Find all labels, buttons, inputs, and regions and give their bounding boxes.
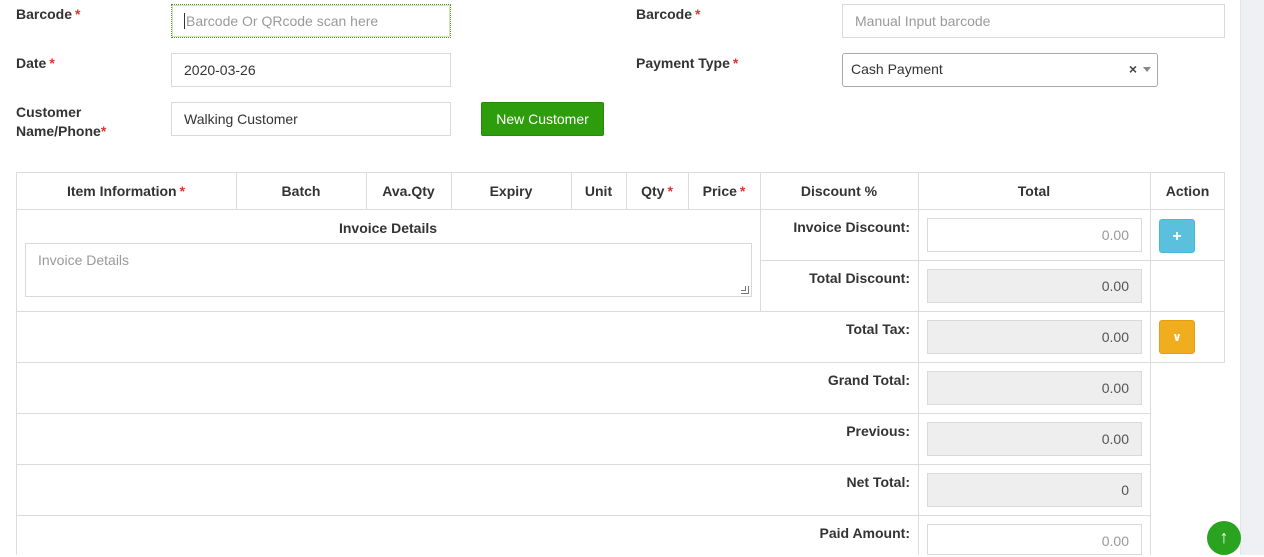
- required-mark: *: [49, 55, 55, 71]
- plus-icon: +: [1172, 228, 1182, 245]
- payment-type-select[interactable]: Cash Payment ×: [842, 53, 1158, 87]
- chevron-double-down-icon: ∨: [1172, 330, 1182, 344]
- table-header-bottom: [16, 209, 1225, 210]
- total-tax-label: Total Tax:: [845, 321, 910, 337]
- barcode-scan-placeholder: Barcode Or QRcode scan here: [186, 13, 379, 29]
- required-mark: *: [739, 183, 746, 199]
- text-caret: [184, 13, 185, 29]
- row-divider: [16, 464, 1151, 465]
- total-discount-field: 0.00: [927, 269, 1142, 303]
- net-total-field: 0: [927, 473, 1142, 507]
- payment-type-label: Payment Type *: [636, 54, 738, 73]
- col-divider: [1150, 172, 1151, 555]
- th-discount: Discount %: [800, 183, 878, 199]
- date-label-text: Date: [16, 55, 47, 71]
- required-mark: *: [732, 55, 739, 71]
- customer-label-line1: Customer: [16, 104, 82, 120]
- invoice-details-textarea[interactable]: Invoice Details: [25, 243, 752, 297]
- barcode-label-text: Barcode: [16, 6, 73, 22]
- th-total: Total: [1017, 183, 1051, 199]
- row-divider: [16, 413, 1151, 414]
- required-mark: *: [100, 123, 107, 139]
- grand-total-field: 0.00: [927, 371, 1142, 405]
- row-divider: [16, 311, 1225, 312]
- th-price: Price *: [688, 173, 760, 209]
- paid-amount-input[interactable]: 0.00: [927, 524, 1142, 555]
- arrow-up-icon: ↑: [1219, 527, 1229, 547]
- paid-amount-label: Paid Amount:: [819, 525, 910, 541]
- new-customer-button[interactable]: New Customer: [481, 102, 604, 136]
- scroll-to-top-button[interactable]: ↑: [1207, 521, 1241, 555]
- th-unit: Unit: [584, 183, 613, 199]
- required-mark: *: [695, 6, 701, 22]
- payment-type-value: Cash Payment: [851, 61, 943, 77]
- th-item-information: Item Information *: [16, 173, 236, 209]
- date-label: Date *: [16, 54, 55, 73]
- invoice-discount-input[interactable]: 0.00: [927, 218, 1142, 252]
- manual-barcode-input[interactable]: Manual Input barcode: [842, 4, 1225, 38]
- net-total-label: Net Total:: [846, 474, 910, 490]
- toggle-tax-button[interactable]: ∨: [1159, 320, 1195, 354]
- resize-handle-icon[interactable]: [741, 286, 749, 294]
- barcode-label: Barcode *: [16, 5, 80, 24]
- clear-selection-icon[interactable]: ×: [1129, 54, 1137, 84]
- customer-label-line2: Name/Phone: [16, 123, 101, 139]
- required-mark: *: [75, 6, 81, 22]
- invoice-discount-label: Invoice Discount:: [793, 219, 910, 235]
- payment-type-label-text: Payment Type: [636, 55, 730, 71]
- th-ava-qty: Ava.Qty: [382, 183, 435, 199]
- row-divider: [16, 515, 1151, 516]
- previous-field: 0.00: [927, 422, 1142, 456]
- previous-label: Previous:: [846, 423, 910, 439]
- date-input[interactable]: 2020-03-26: [171, 53, 451, 87]
- invoice-details-title: Invoice Details: [338, 220, 438, 236]
- manual-barcode-label: Barcode *: [636, 5, 700, 24]
- total-discount-label: Total Discount:: [809, 270, 910, 286]
- customer-input[interactable]: Walking Customer: [171, 102, 451, 136]
- grand-total-label: Grand Total:: [827, 372, 910, 388]
- required-mark: *: [179, 183, 186, 199]
- total-tax-field: 0.00: [927, 320, 1142, 354]
- page-scrollbar-track[interactable]: [1240, 0, 1264, 555]
- col-divider: [918, 172, 919, 555]
- th-qty-text: Qty: [641, 183, 665, 199]
- customer-label: Customer Name/Phone*: [16, 103, 106, 141]
- required-mark: *: [667, 183, 673, 199]
- add-row-button[interactable]: +: [1159, 219, 1195, 253]
- row-divider: [16, 362, 1225, 363]
- row-divider: [760, 260, 1225, 261]
- th-expiry: Expiry: [489, 183, 533, 199]
- th-qty: Qty *: [626, 173, 688, 209]
- th-action: Action: [1165, 183, 1210, 199]
- barcode-scan-input[interactable]: Barcode Or QRcode scan here: [171, 4, 451, 38]
- chevron-down-icon[interactable]: [1143, 67, 1151, 72]
- invoice-details-placeholder: Invoice Details: [38, 252, 130, 268]
- th-price-text: Price: [702, 183, 737, 199]
- th-batch: Batch: [281, 183, 321, 199]
- th-item-information-text: Item Information: [66, 183, 177, 199]
- manual-barcode-label-text: Barcode: [636, 6, 693, 22]
